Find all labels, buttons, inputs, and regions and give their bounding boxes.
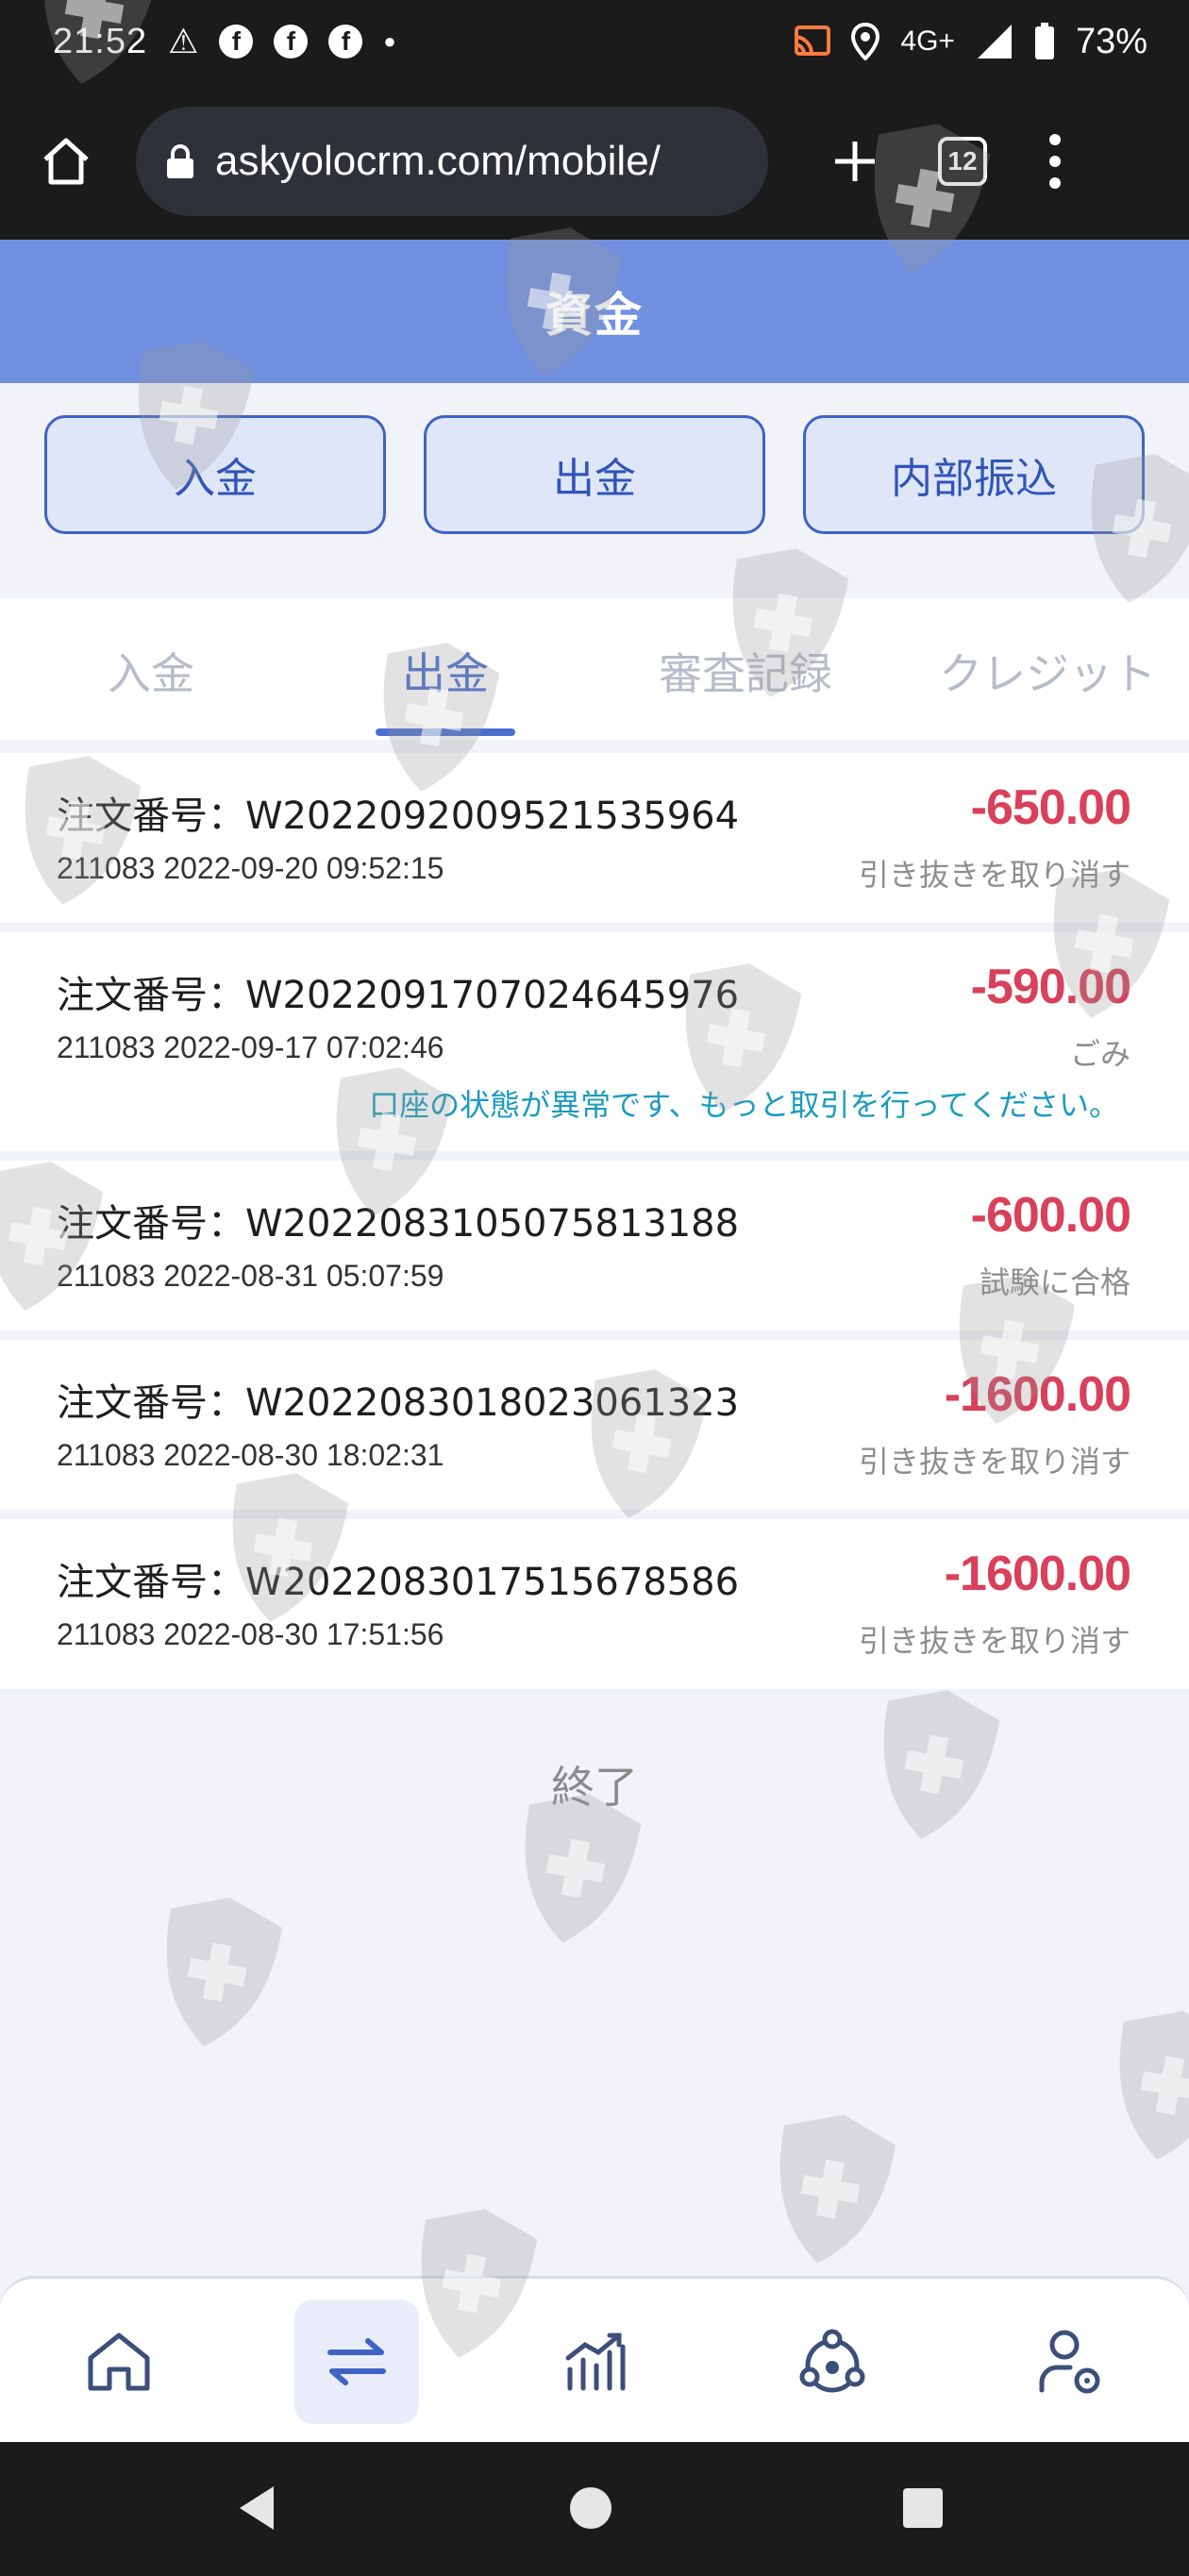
address-bar[interactable]: askyolocrm.com/mobile/ [136,107,768,216]
order-amount: -650.00 [970,780,1131,835]
order-status: ごみ [1069,1036,1130,1072]
withdrawal-list: 注文番号：W2022092009521535964 211083 2022-09… [0,753,1189,1698]
url-text: askyolocrm.com/mobile/ [215,138,661,184]
nav-account[interactable] [1008,2300,1132,2424]
order-meta: 211083 2022-08-30 18:02:31 [57,1438,444,1472]
dot-icon: ● [383,29,396,53]
recents-icon [903,2488,943,2528]
home-icon [43,138,89,185]
signal-icon [977,25,1012,59]
battery-icon [1034,23,1054,59]
order-note: 口座の状態が異常です、もっと取引を行ってください。 [369,1087,1119,1123]
page-title: 資金 [545,288,644,343]
order-number: 注文番号：W2022083017515678586 [57,1561,740,1604]
order-meta: 211083 2022-08-30 17:51:56 [57,1617,444,1651]
status-bar: 21:52 ⚠ f f f ● 4G+ 73% [0,0,1189,83]
tab-deposit[interactable]: 入金 [38,640,264,706]
more-dot [1049,177,1061,189]
nav-community[interactable] [770,2300,895,2424]
order-status: 引き抜きを取り消す [858,1623,1130,1659]
facebook-icon: f [274,25,309,59]
system-recents-button[interactable] [895,2480,951,2536]
more-dot [1049,134,1061,145]
warning-icon: ⚠ [168,22,199,60]
order-amount: -1600.00 [944,1367,1131,1422]
record-tabs: 入金 出金 審査記録 クレジット [0,598,1189,740]
order-status: 試験に合格 [979,1264,1130,1300]
browser-home-button[interactable] [36,131,96,192]
battery-level: 73% [1075,21,1147,61]
order-status: 引き抜きを取り消す [858,1444,1130,1480]
order-amount: -600.00 [970,1188,1131,1243]
internal-transfer-button[interactable]: 内部振込 [803,415,1145,534]
nav-market[interactable] [532,2300,657,2424]
list-item[interactable]: 注文番号：W2022092009521535964 211083 2022-09… [0,753,1189,923]
nav-funds[interactable] [294,2300,419,2424]
chart-icon [565,2333,626,2391]
order-number: 注文番号：W2022092009521535964 [57,795,740,838]
list-end-label: 終了 [551,1762,638,1813]
deposit-button[interactable]: 入金 [44,415,386,534]
order-amount: -590.00 [970,960,1131,1014]
user-settings-icon [1039,2330,1100,2394]
home-circle-icon [570,2487,611,2529]
action-buttons: 入金 出金 内部振込 [0,383,1189,598]
tab-credit[interactable]: クレジット [906,640,1189,706]
bottom-navigation [0,2276,1189,2442]
system-back-button[interactable] [228,2480,285,2536]
withdraw-button[interactable]: 出金 [424,415,765,534]
list-item[interactable]: 注文番号：W2022083105075813188 211083 2022-08… [0,1161,1189,1330]
location-icon [851,23,880,60]
cast-icon [795,25,831,56]
facebook-icon: f [219,25,254,59]
nav-home[interactable] [57,2300,181,2424]
back-icon [240,2486,274,2530]
transfer-icon [327,2338,386,2385]
more-menu-button[interactable] [1036,128,1074,194]
facebook-icon: f [328,25,363,59]
status-time: 21:52 [53,21,148,61]
tab-withdraw[interactable]: 出金 [332,640,559,706]
system-navigation-bar [0,2442,1189,2576]
new-tab-button[interactable] [827,133,883,190]
list-item[interactable]: 注文番号：W2022083017515678586 211083 2022-08… [0,1519,1189,1689]
order-number: 注文番号：W2022083105075813188 [57,1202,740,1246]
home-icon [88,2333,150,2391]
order-status: 引き抜きを取り消す [858,857,1130,893]
status-right: 4G+ 73% [793,22,1147,62]
system-home-button[interactable] [562,2480,619,2536]
active-tab-indicator [376,728,515,736]
tab-review-records[interactable]: 審査記録 [623,640,868,706]
order-amount: -1600.00 [944,1547,1131,1601]
order-meta: 211083 2022-08-31 05:07:59 [57,1259,444,1293]
list-item[interactable]: 注文番号：W2022091707024645976 211083 2022-09… [0,932,1189,1151]
network-type: 4G+ [900,25,955,57]
list-item[interactable]: 注文番号：W2022083018023061323 211083 2022-08… [0,1340,1189,1510]
status-left: 21:52 ⚠ f f f ● [53,22,396,62]
order-meta: 211083 2022-09-20 09:52:15 [57,851,444,885]
app-header: 資金 [0,240,1189,383]
plus-icon [835,142,875,181]
order-number: 注文番号：W2022083018023061323 [57,1381,740,1425]
browser-toolbar: askyolocrm.com/mobile/ 12 [0,83,1189,240]
community-icon [799,2329,865,2393]
order-meta: 211083 2022-09-17 07:02:46 [57,1030,444,1064]
order-number: 注文番号：W2022091707024645976 [57,974,740,1017]
tab-switcher-button[interactable]: 12 [938,137,987,186]
more-dot [1049,156,1061,167]
lock-icon [167,144,193,178]
